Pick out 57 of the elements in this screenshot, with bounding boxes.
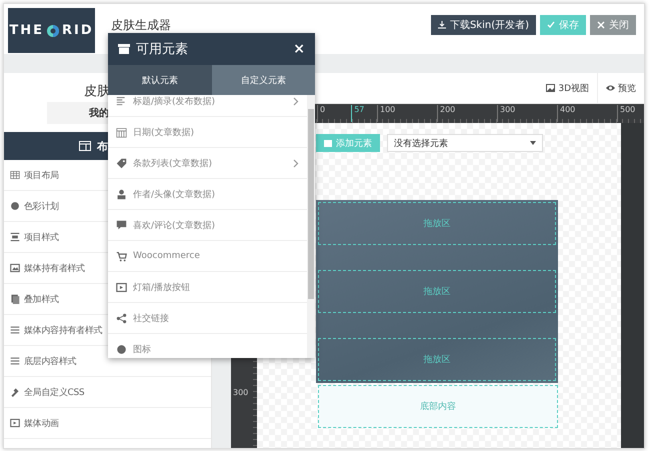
close-button[interactable]: 关闭 — [590, 15, 636, 35]
view3d-button[interactable]: 3D视图 — [538, 73, 597, 103]
sidebar-item-icon — [10, 418, 20, 428]
close-button[interactable]: × — [293, 41, 305, 57]
section-header-text: 布 — [97, 138, 108, 154]
ruler-label: 0 — [317, 105, 326, 122]
sidebar-item-icon — [10, 263, 20, 273]
sidebar-item[interactable]: 全局自定义CSS — [4, 377, 211, 408]
logo-text: THE — [9, 23, 44, 38]
panel-title: 皮肤 — [84, 83, 110, 100]
element-icon — [116, 96, 127, 106]
download-icon — [438, 21, 446, 29]
download-button[interactable]: 下载Skin(开发者) — [430, 15, 536, 35]
sidebar-item-icon — [10, 387, 20, 397]
sidebar-item-icon — [10, 356, 20, 366]
ruler-label: 500 — [617, 105, 636, 122]
page-title: 皮肤生成器 — [111, 17, 171, 34]
sidebar-item-icon — [10, 201, 20, 211]
ruler-label: 400 — [557, 105, 576, 122]
box-icon — [324, 140, 332, 146]
ruler-label: 200 — [437, 105, 456, 122]
element-icon — [116, 220, 127, 230]
sidebar-item-icon — [10, 294, 20, 304]
ruler-label: 300 — [497, 105, 516, 122]
image-icon — [546, 84, 556, 92]
eye-icon — [606, 84, 615, 92]
sidebar-item-icon — [10, 325, 20, 335]
element-list-item[interactable]: 标题/摘录(发布数据) — [108, 95, 307, 117]
element-icon — [116, 312, 127, 324]
logo-mark-icon — [46, 24, 60, 38]
preview-button[interactable]: 预览 — [597, 73, 644, 103]
element-select[interactable]: 没有选择元素 — [387, 134, 543, 152]
sidebar-item[interactable]: 媒体动画 — [4, 408, 211, 439]
close-icon — [597, 21, 605, 29]
drop-zone[interactable]: 拖放区 — [318, 202, 556, 245]
ruler-label: 57 — [351, 105, 364, 122]
sidebar-item-icon — [10, 170, 20, 180]
popup-title: 可用元素 — [136, 41, 188, 58]
sidebar-item-icon — [10, 232, 20, 242]
drop-zone[interactable]: 拖放区 — [318, 270, 556, 313]
element-icon — [116, 282, 127, 292]
ruler-label: 300 — [233, 388, 248, 397]
scrollbar[interactable] — [307, 95, 315, 358]
element-icon — [116, 188, 127, 200]
archive-icon — [118, 44, 130, 54]
element-icon — [116, 158, 127, 168]
dropdown-caret-icon — [530, 141, 536, 145]
tab[interactable]: 默认元素 — [108, 65, 212, 95]
logo-text: RID — [62, 23, 94, 38]
element-icon — [116, 344, 127, 354]
checkmark-icon — [547, 21, 555, 29]
tab[interactable]: 自定义元素 — [212, 65, 315, 95]
layout-icon — [79, 141, 91, 151]
ruler-label: 100 — [377, 105, 396, 122]
drop-zone[interactable]: 拖放区 — [318, 338, 556, 381]
element-icon — [116, 250, 127, 262]
element-icon — [116, 126, 127, 138]
